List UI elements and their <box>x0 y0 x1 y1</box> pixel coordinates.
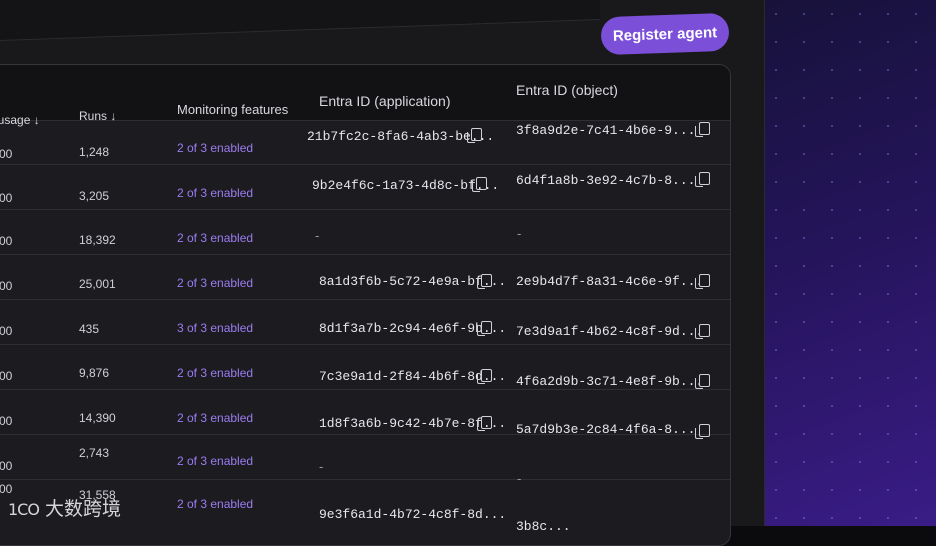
agents-panel: Register agent en usage ↓ Runs ↓ Monitor… <box>0 0 765 546</box>
monitoring-link[interactable]: 2 of 3 enabled <box>177 411 253 425</box>
token-usage-cell: 00 <box>0 234 13 248</box>
copy-icon[interactable] <box>695 274 710 289</box>
table-row[interactable]: 00 1,248 2 of 3 enabled 21b7fc2c-8fa6-4a… <box>0 120 730 165</box>
runs-cell: 18,392 <box>79 233 116 247</box>
entra-object-id: - <box>517 226 522 241</box>
table-row[interactable]: 00 25,001 2 of 3 enabled 8a1d3f6b-5c72-4… <box>0 254 730 300</box>
runs-cell: 25,001 <box>79 277 116 291</box>
copy-icon[interactable] <box>695 122 710 137</box>
table-header: en usage ↓ Runs ↓ Monitoring features En… <box>0 65 730 127</box>
entra-object-id: 4f6a2d9b-3c71-4e8f-9b... <box>516 374 704 389</box>
monitoring-link[interactable]: 2 of 3 enabled <box>177 186 253 200</box>
token-usage-cell: 00 <box>0 459 13 473</box>
runs-cell: 14,390 <box>79 411 116 425</box>
token-usage-cell: 00 <box>0 147 13 161</box>
background-decoration <box>762 0 936 526</box>
table-row[interactable]: 00 435 3 of 3 enabled 8d1f3a7b-2c94-4e6f… <box>0 299 730 345</box>
column-entra-object: Entra ID (object) <box>516 82 618 98</box>
agents-table: en usage ↓ Runs ↓ Monitoring features En… <box>0 64 731 546</box>
runs-cell: 3,205 <box>79 189 110 203</box>
token-usage-cell: 00 <box>0 414 13 428</box>
token-usage-cell: 00 <box>0 369 13 383</box>
token-usage-cell: 00 <box>0 279 13 293</box>
top-bar <box>0 0 600 41</box>
monitoring-link[interactable]: 2 of 3 enabled <box>177 497 253 511</box>
copy-icon[interactable] <box>477 416 492 431</box>
copy-icon[interactable] <box>477 321 492 336</box>
copy-icon[interactable] <box>695 172 710 187</box>
table-row[interactable]: 00 2,743 2 of 3 enabled - - <box>0 434 730 486</box>
entra-app-id: - <box>315 228 320 243</box>
watermark-text: 大数跨境 <box>44 498 121 520</box>
entra-app-id: 9e3f6a1d-4b72-4c8f-8d... <box>319 507 507 522</box>
monitoring-link[interactable]: 2 of 3 enabled <box>177 276 253 290</box>
copy-icon[interactable] <box>695 324 710 339</box>
entra-object-id: 3f8a9d2e-7c41-4b6e-9... <box>516 123 696 138</box>
copy-icon[interactable] <box>472 177 487 192</box>
copy-icon[interactable] <box>477 369 492 384</box>
table-row[interactable]: 00 9,876 2 of 3 enabled 7c3e9a1d-2f84-4b… <box>0 344 730 390</box>
entra-object-id: 3b8c... <box>516 519 571 534</box>
token-usage-cell: 00 <box>0 191 13 205</box>
table-row[interactable]: 00 3,205 2 of 3 enabled 9b2e4f6c-1a73-4d… <box>0 164 730 210</box>
copy-icon[interactable] <box>467 128 482 143</box>
entra-object-id: 7e3d9a1f-4b62-4c8f-9d... <box>516 324 704 339</box>
monitoring-link[interactable]: 2 of 3 enabled <box>177 141 253 155</box>
runs-cell: 2,743 <box>79 446 110 460</box>
token-usage-cell: 00 <box>0 324 13 338</box>
entra-object-id: 6d4f1a8b-3e92-4c7b-8... <box>516 173 696 188</box>
runs-cell: 9,876 <box>79 366 110 380</box>
watermark: 1CO 大数跨境 <box>8 494 121 521</box>
table-row[interactable]: 00 14,390 2 of 3 enabled 1d8f3a6b-9c42-4… <box>0 389 730 439</box>
copy-icon[interactable] <box>695 374 710 389</box>
entra-object-id: 2e9b4d7f-8a31-4c6e-9f... <box>516 274 704 289</box>
monitoring-link[interactable]: 2 of 3 enabled <box>177 454 253 468</box>
runs-cell: 435 <box>79 322 100 336</box>
monitoring-link[interactable]: 2 of 3 enabled <box>177 366 253 380</box>
watermark-logo: 1CO <box>8 500 40 519</box>
entra-app-id: - <box>319 459 324 474</box>
column-monitoring-features: Monitoring features <box>177 102 289 117</box>
copy-icon[interactable] <box>477 274 492 289</box>
table-row[interactable]: 00 18,392 2 of 3 enabled - - <box>0 209 730 255</box>
register-agent-button[interactable]: Register agent <box>600 12 730 56</box>
monitoring-link[interactable]: 3 of 3 enabled <box>177 321 253 335</box>
runs-cell: 1,248 <box>79 145 110 159</box>
monitoring-link[interactable]: 2 of 3 enabled <box>177 231 253 245</box>
column-entra-app: Entra ID (application) <box>319 93 451 109</box>
